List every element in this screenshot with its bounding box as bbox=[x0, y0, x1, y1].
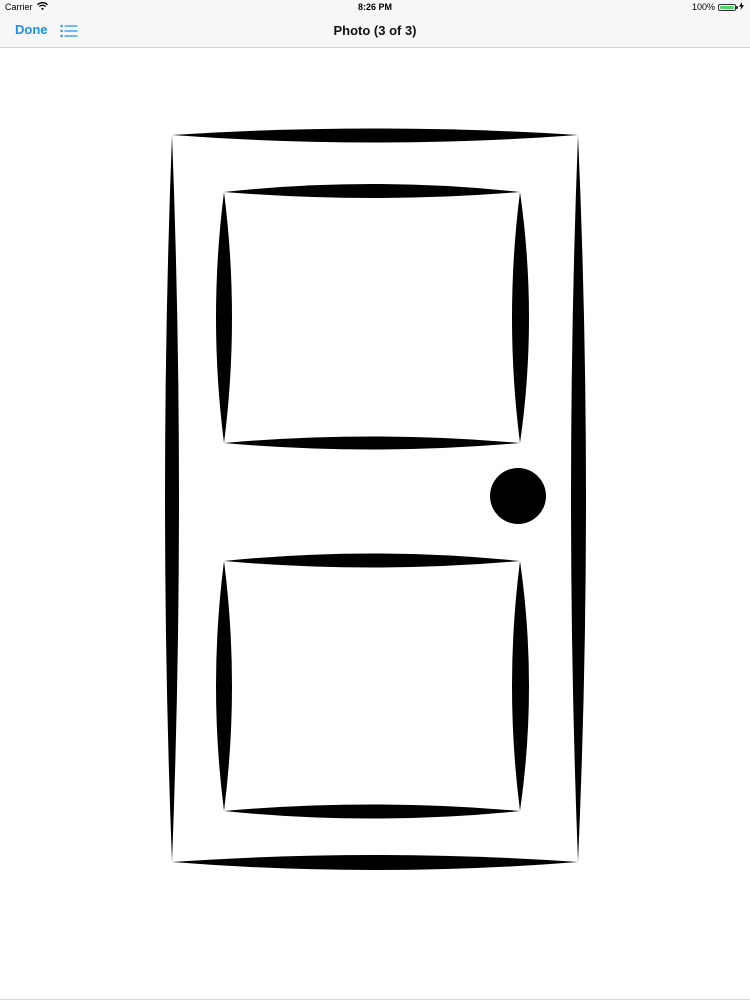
door-icon bbox=[165, 128, 586, 870]
nav-title: Photo (3 of 3) bbox=[333, 23, 417, 38]
photo-viewer[interactable] bbox=[0, 48, 750, 999]
door-knob bbox=[490, 468, 546, 524]
battery-percent: 100% bbox=[691, 2, 715, 12]
status-right: 100% bbox=[692, 2, 744, 12]
battery-fill bbox=[720, 5, 734, 9]
navigation-bar: Done Photo (3 of 3) bbox=[0, 14, 750, 48]
battery-icon bbox=[718, 3, 738, 11]
status-time: 8:26 PM bbox=[357, 2, 392, 12]
status-bar: Carrier 8:26 PM 100% bbox=[0, 0, 750, 14]
upper-panel bbox=[216, 184, 529, 450]
charging-bolt-icon bbox=[739, 2, 744, 12]
lower-panel bbox=[216, 553, 529, 819]
